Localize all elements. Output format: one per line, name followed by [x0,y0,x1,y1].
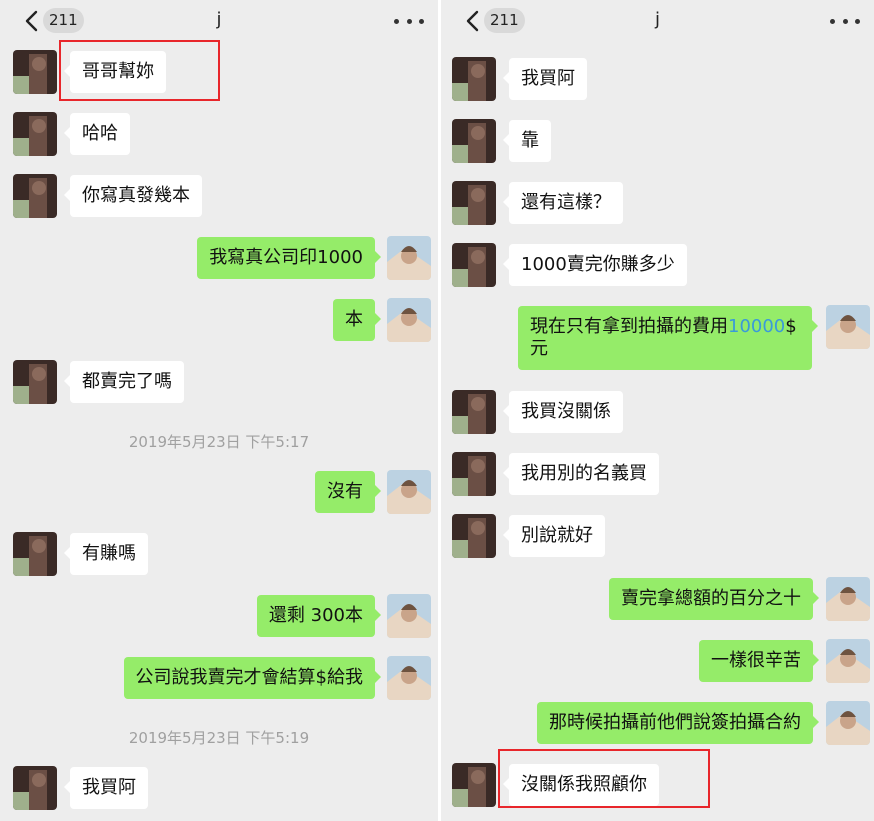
right-chat-screenshot: 211 j 我買阿 靠 還有這樣？ 1000賣完你賺多少 現在只有拿到拍攝的費用… [441,0,874,821]
contact-avatar[interactable] [452,763,496,807]
incoming-message: 我買阿 [64,767,148,809]
amount-text: 10000 [728,316,786,337]
incoming-message: 都賣完了嗎 [64,361,184,403]
contact-avatar[interactable] [452,390,496,434]
own-avatar[interactable] [387,236,431,280]
incoming-message: 我用別的名義買 [503,453,659,495]
contact-avatar[interactable] [452,243,496,287]
incoming-message: 1000賣完你賺多少 [503,244,687,286]
chat-title: j [216,9,222,30]
outgoing-message: 那時候拍攝前他們說簽拍攝合約 [537,702,819,744]
incoming-message: 我買阿 [503,58,587,100]
incoming-message: 哥哥幫妳 [64,51,166,93]
contact-avatar[interactable] [13,112,57,156]
incoming-message: 你寫真發幾本 [64,175,202,217]
own-avatar[interactable] [826,305,870,349]
incoming-message: 別說就好 [503,515,605,557]
message-text: 元 [530,338,548,359]
message-timestamp: 2019年5月23日 下午5:19 [128,729,310,747]
chat-header: 211 j [441,0,874,42]
contact-avatar[interactable] [452,119,496,163]
own-avatar[interactable] [387,594,431,638]
incoming-message: 靠 [503,120,551,162]
own-avatar[interactable] [826,701,870,745]
outgoing-message: 我寫真公司印1000 [197,237,381,279]
incoming-message: 還有這樣？ [503,182,623,224]
incoming-message: 沒關係我照顧你 [503,764,659,806]
outgoing-message: 賣完拿總額的百分之十 [609,578,819,620]
contact-avatar[interactable] [13,532,57,576]
currency-text: $ [785,316,797,337]
contact-avatar[interactable] [13,50,57,94]
own-avatar[interactable] [826,577,870,621]
chat-title: j [654,9,660,30]
incoming-message: 我買沒關係 [503,391,623,433]
contact-avatar[interactable] [13,766,57,810]
chat-header: 211 j [0,0,438,42]
incoming-message: 有賺嗎 [64,533,148,575]
outgoing-message: 本 [333,299,381,341]
outgoing-message: 一樣很辛苦 [699,640,819,682]
message-text: 現在只有拿到拍攝的費用 [530,316,728,337]
own-avatar[interactable] [387,298,431,342]
outgoing-message: 還剩 300本 [256,595,382,637]
contact-avatar[interactable] [13,360,57,404]
contact-avatar[interactable] [452,514,496,558]
more-dots-icon[interactable] [830,8,860,34]
contact-avatar[interactable] [452,181,496,225]
message-timestamp: 2019年5月23日 下午5:17 [128,433,310,451]
contact-avatar[interactable] [452,57,496,101]
more-dots-icon[interactable] [394,8,424,34]
outgoing-message: 沒有 [315,471,381,513]
contact-avatar[interactable] [13,174,57,218]
outgoing-message: 現在只有拿到拍攝的費用10000$ 元 [518,306,818,370]
contact-avatar[interactable] [452,452,496,496]
own-avatar[interactable] [387,656,431,700]
left-chat-screenshot: 211 j 哥哥幫妳 哈哈 你寫真發幾本 我寫真公司印1000 本 都賣完了嗎 … [0,0,438,821]
outgoing-message: 公司說我賣完才會結算$給我 [123,657,382,699]
own-avatar[interactable] [387,470,431,514]
own-avatar[interactable] [826,639,870,683]
incoming-message: 哈哈 [64,113,130,155]
